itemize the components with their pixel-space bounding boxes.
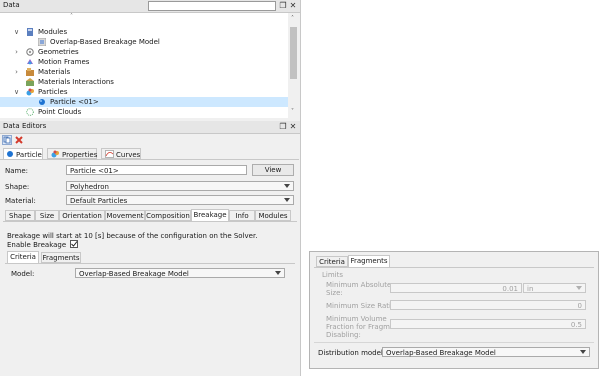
material-label: Material: (5, 197, 36, 205)
close-window-icon[interactable]: ✕ (289, 122, 297, 131)
data-editors-title: Data Editors (3, 122, 47, 130)
min-abs-size-input[interactable]: 0.01 (390, 283, 522, 293)
min-vol-label-line3: Disabling: (326, 331, 361, 339)
tab-fragments[interactable]: Fragments (348, 255, 390, 267)
min-vol-fraction-input[interactable]: 0.5 (390, 319, 586, 329)
chevron-right-icon[interactable]: › (13, 68, 20, 76)
tree-item-materials[interactable]: › Materials (0, 67, 288, 77)
min-size-ratio-input[interactable]: 0 (390, 300, 586, 310)
tab-divider (0, 159, 299, 160)
name-input[interactable]: Particle <01> (66, 165, 247, 175)
tab-properties[interactable]: Properties (47, 148, 97, 159)
dropdown-arrow-icon (275, 271, 281, 275)
particles-icon (26, 88, 34, 96)
chevron-down-icon[interactable]: ∨ (13, 88, 20, 96)
tree-item-overlap-breakage-model[interactable]: Overlap-Based Breakage Model (0, 37, 288, 47)
subtab-divider (3, 221, 297, 222)
materials-interactions-icon (26, 78, 34, 86)
tab-modules[interactable]: Modules (255, 210, 291, 221)
copy-icon[interactable] (2, 135, 12, 145)
motion-frames-icon (26, 58, 34, 66)
modules-icon (26, 28, 34, 36)
collapse-up-icon[interactable]: ˄ (70, 13, 73, 20)
enable-breakage-checkbox[interactable] (70, 240, 78, 248)
tab-orientation[interactable]: Orientation (59, 210, 105, 221)
tab-info[interactable]: Info (229, 210, 255, 221)
limits-label: Limits (322, 271, 343, 279)
tab-size[interactable]: Size (35, 210, 59, 221)
min-vol-label-line1: Minimum Volume (326, 315, 387, 323)
scroll-down-icon[interactable]: ˅ (291, 108, 294, 115)
data-panel-title: Data (3, 1, 20, 9)
tab-composition[interactable]: Composition (145, 210, 191, 221)
tab-breakage[interactable]: Breakage (191, 209, 229, 221)
left-panel: Data ❐ ✕ ˄ ∨ Modules Overlap-Based Break… (0, 0, 301, 376)
name-label: Name: (5, 167, 29, 175)
breakage-info-text: Breakage will start at 10 [s] because of… (7, 232, 258, 240)
chevron-right-icon[interactable]: › (13, 48, 20, 56)
model-label: Model: (11, 270, 35, 278)
tree-item-particle-01[interactable]: Particle <01> (0, 97, 288, 107)
dropdown-arrow-icon (576, 286, 582, 290)
material-select[interactable]: Default Particles (66, 195, 294, 205)
criteria-divider (5, 263, 295, 264)
enable-breakage-label: Enable Breakage (7, 241, 67, 249)
distribution-model-select[interactable]: Overlap-Based Breakage Model (382, 347, 590, 357)
tab-shape[interactable]: Shape (5, 210, 35, 221)
tab-criteria[interactable]: Criteria (316, 256, 348, 267)
tree-item-modules[interactable]: ∨ Modules (0, 27, 288, 37)
min-abs-size-unit-select[interactable]: in (523, 283, 586, 293)
distribution-model-label: Distribution model: (318, 349, 386, 357)
close-window-icon[interactable]: ✕ (289, 1, 297, 10)
fragments-panel: Criteria Fragments Limits Minimum Absolu… (309, 251, 599, 369)
curves-icon (105, 150, 114, 158)
restore-window-icon[interactable]: ❐ (279, 1, 287, 10)
tree-item-geometries[interactable]: › Geometries (0, 47, 288, 57)
tree-scrollbar[interactable]: ˄ ˅ (288, 13, 299, 118)
restore-window-icon[interactable]: ❐ (279, 122, 287, 131)
shape-select[interactable]: Polyhedron (66, 181, 294, 191)
shape-label: Shape: (5, 183, 30, 191)
tree-item-materials-interactions[interactable]: Materials Interactions (0, 77, 288, 87)
tab-movement[interactable]: Movement (105, 210, 145, 221)
breakage-model-icon (38, 38, 46, 46)
min-abs-size-label-line2: Size: (326, 289, 343, 297)
data-search-input[interactable] (148, 1, 276, 11)
tab-curves[interactable]: Curves (101, 148, 141, 159)
particle-icon (38, 98, 46, 106)
data-editors-titlebar: Data Editors (0, 121, 300, 134)
view-button[interactable]: View (252, 164, 294, 176)
scroll-up-icon[interactable]: ˄ (291, 15, 294, 22)
point-clouds-icon (26, 108, 34, 116)
tree-item-particles[interactable]: ∨ Particles (0, 87, 288, 97)
tree-item-point-clouds[interactable]: Point Clouds (0, 107, 288, 117)
delete-icon[interactable] (14, 135, 24, 145)
dropdown-arrow-icon (284, 198, 290, 202)
model-select[interactable]: Overlap-Based Breakage Model (75, 268, 285, 278)
geometries-icon (26, 48, 34, 56)
data-tree: ˄ ∨ Modules Overlap-Based Breakage Model… (0, 13, 288, 118)
limits-group-border (314, 342, 594, 343)
tab-fragments[interactable]: Fragments (41, 252, 81, 263)
dropdown-arrow-icon (284, 184, 290, 188)
particle-icon (7, 151, 13, 157)
tree-item-motion-frames[interactable]: Motion Frames (0, 57, 288, 67)
scroll-thumb[interactable] (290, 27, 297, 79)
min-size-ratio-label: Minimum Size Ratio: (326, 302, 398, 310)
materials-icon (26, 68, 34, 76)
properties-icon (51, 150, 60, 158)
fragments-tab-divider (314, 267, 594, 268)
min-abs-size-label-line1: Minimum Absolute (326, 281, 392, 289)
dropdown-arrow-icon (580, 350, 586, 354)
tab-criteria[interactable]: Criteria (7, 251, 39, 263)
chevron-down-icon[interactable]: ∨ (13, 28, 20, 36)
